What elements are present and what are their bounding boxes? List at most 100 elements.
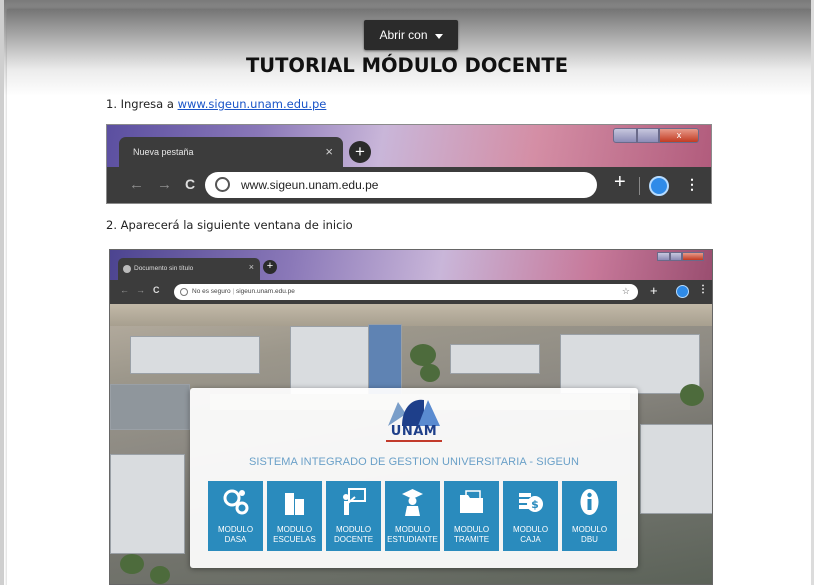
unam-logo-text: UNAM	[390, 424, 438, 439]
building	[110, 454, 185, 554]
back-arrow-icon[interactable]: ←	[120, 285, 129, 295]
module-label-line2: TRAMITE	[453, 534, 490, 544]
sigeun-link[interactable]: www.sigeun.unam.edu.pe	[178, 97, 327, 111]
tree	[420, 364, 440, 382]
toolbar-divider	[639, 177, 640, 195]
tab-document[interactable]: Documento sin título ×	[118, 258, 260, 280]
module-label-line1: MODULO	[512, 525, 549, 534]
tree	[120, 554, 144, 574]
star-icon[interactable]: ☆	[622, 286, 630, 297]
module-label-line1: MODULO	[276, 525, 313, 534]
window-close-icon[interactable]	[682, 252, 704, 261]
address-bar[interactable]: www.sigeun.unam.edu.pe	[205, 172, 597, 198]
folder-icon	[460, 490, 483, 513]
caret-down-icon	[434, 33, 443, 39]
browser-screenshot-sigeun: Documento sin título × + ← → C No es seg…	[109, 249, 713, 585]
forward-arrow-icon[interactable]: →	[136, 285, 145, 295]
building	[368, 324, 402, 398]
browser-toolbar: ← → C www.sigeun.unam.edu.pe + ⋮	[107, 167, 711, 203]
module-tramite-button[interactable]: MODULO TRAMITE	[444, 481, 499, 551]
maximize-icon[interactable]	[637, 128, 659, 143]
plus-icon[interactable]: +	[614, 171, 626, 194]
minimize-icon[interactable]	[613, 128, 637, 143]
tree	[410, 344, 436, 366]
address-bar[interactable]: No es seguro | sigeun.unam.edu.pe ☆	[174, 284, 638, 300]
building-icon	[285, 493, 304, 515]
reload-icon[interactable]: C	[153, 285, 160, 295]
document-title: TUTORIAL MÓDULO DOCENTE	[245, 54, 569, 77]
browser-toolbar: ← → C No es seguro | sigeun.unam.edu.pe …	[110, 280, 712, 304]
globe-icon	[215, 177, 230, 192]
minimize-icon[interactable]	[657, 252, 670, 261]
module-label-line1: MODULO	[335, 525, 372, 534]
module-escuelas-button[interactable]: MODULO ESCUELAS	[267, 481, 322, 551]
module-dbu-button[interactable]: MODULO DBU	[562, 481, 617, 551]
browser-screenshot-newtab: Nueva pestaña × + x ← → C www.sigeun.una…	[106, 124, 712, 204]
kebab-menu-icon[interactable]: ⋮	[698, 284, 708, 295]
sigeun-login-panel: UNAM SISTEMA INTEGRADO DE GESTION UNIVER…	[190, 388, 638, 568]
tab-strip: Documento sin título × +	[110, 250, 712, 280]
address-url: sigeun.unam.edu.pe	[235, 288, 295, 295]
module-label-line2: DBU	[581, 534, 598, 544]
close-icon[interactable]: ×	[249, 262, 254, 272]
gears-icon	[223, 489, 249, 515]
logo-underline	[386, 440, 442, 442]
forward-arrow-icon[interactable]: →	[157, 176, 172, 193]
open-with-label: Abrir con	[379, 28, 428, 42]
open-with-button[interactable]: Abrir con	[364, 20, 458, 50]
building	[640, 424, 712, 514]
building	[450, 344, 540, 374]
graduate-icon	[402, 489, 423, 516]
step-1: 1. Ingresa a www.sigeun.unam.edu.pe	[106, 97, 326, 111]
module-estudiante-button[interactable]: MODULO ESTUDIANTE	[385, 481, 440, 551]
page-icon	[123, 265, 131, 273]
address-url: www.sigeun.unam.edu.pe	[241, 178, 379, 192]
module-label-line1: MODULO	[217, 525, 254, 534]
extension-icon[interactable]	[676, 285, 689, 298]
window-controls	[657, 252, 704, 261]
building	[110, 384, 190, 430]
extension-icon[interactable]	[649, 176, 669, 196]
module-label-line1: MODULO	[453, 525, 490, 534]
module-label-line2: CAJA	[520, 534, 541, 544]
system-title: SISTEMA INTEGRADO DE GESTION UNIVERSITAR…	[248, 456, 580, 468]
teacher-board-icon	[343, 488, 366, 515]
info-icon	[180, 288, 188, 296]
module-caja-button[interactable]: $ MODULO CAJA	[503, 481, 558, 551]
tab-new-tab[interactable]: Nueva pestaña ×	[119, 137, 343, 167]
module-label-line2: DASA	[224, 534, 247, 544]
new-tab-plus-icon[interactable]: +	[349, 141, 371, 163]
kebab-menu-icon[interactable]: ⋮	[685, 176, 699, 193]
maximize-icon[interactable]	[670, 252, 682, 261]
viewer-left-edge	[0, 0, 4, 585]
module-docente-button[interactable]: MODULO DOCENTE	[326, 481, 381, 551]
close-icon[interactable]: ×	[325, 144, 333, 159]
module-dasa-button[interactable]: MODULO DASA	[208, 481, 263, 551]
building	[130, 336, 260, 374]
not-secure-label: No es seguro	[192, 288, 231, 295]
module-label-line1: MODULO	[394, 525, 431, 534]
tree	[680, 384, 704, 406]
back-arrow-icon[interactable]: ←	[129, 176, 144, 193]
new-tab-plus-icon[interactable]: +	[263, 260, 277, 274]
svg-text:$: $	[531, 498, 539, 511]
module-label-line1: MODULO	[571, 525, 608, 534]
tab-strip: Nueva pestaña × + x	[107, 125, 711, 167]
window-close-icon[interactable]: x	[659, 128, 699, 143]
reload-icon[interactable]: C	[185, 176, 195, 192]
tab-title: Nueva pestaña	[133, 147, 194, 157]
module-label-line2: ESCUELAS	[273, 534, 316, 544]
module-label-line2: DOCENTE	[333, 534, 374, 544]
step-2: 2. Aparecerá la siguiente ventana de ini…	[106, 218, 353, 232]
info-person-icon	[580, 489, 599, 515]
hillside	[110, 304, 712, 326]
tab-title: Documento sin título	[134, 265, 194, 272]
step-1-text: 1. Ingresa a	[106, 97, 178, 111]
plus-icon[interactable]: +	[650, 283, 658, 298]
building	[560, 334, 700, 394]
coins-icon: $	[519, 493, 543, 512]
tree	[150, 566, 170, 584]
module-label-line2: ESTUDIANTE	[387, 534, 438, 544]
module-grid: MODULO DASA MODULO ESCUELAS MODULO DOCEN…	[208, 481, 620, 551]
window-controls: x	[613, 128, 699, 143]
